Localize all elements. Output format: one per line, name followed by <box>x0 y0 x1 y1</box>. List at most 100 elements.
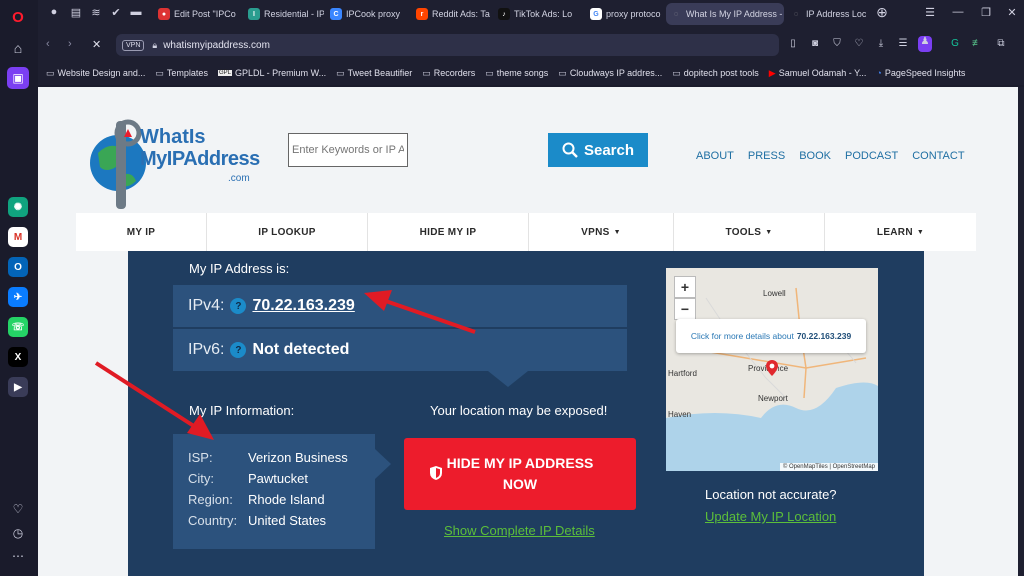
tab-icon-1[interactable]: ● <box>46 6 62 18</box>
tab-icon-5[interactable]: ▬ <box>128 6 144 18</box>
update-location-link[interactable]: Update My IP Location <box>705 509 836 524</box>
opera-logo-icon[interactable]: O <box>7 6 29 28</box>
nav-book[interactable]: BOOK <box>799 150 831 162</box>
shield-icon[interactable]: ⛉ <box>830 38 844 49</box>
tab-icon-3[interactable]: ≋ <box>88 6 104 19</box>
map-popup[interactable]: Click for more details about 70.22.163.23… <box>676 319 866 353</box>
heart-outline-icon[interactable]: ♡ <box>852 38 866 49</box>
ip-heading: My IP Address is: <box>189 261 290 276</box>
url-text[interactable]: whatismyipaddress.com <box>163 40 270 51</box>
city-label: Lowell <box>763 289 786 298</box>
bookmark-item[interactable]: ▭ Cloudways IP addres... <box>558 68 662 79</box>
home-icon[interactable]: ⌂ <box>7 37 29 59</box>
search-icon <box>562 142 578 158</box>
show-ip-details-link[interactable]: Show Complete IP Details <box>444 523 595 538</box>
bookmark-item[interactable]: ▭ theme songs <box>485 68 548 79</box>
site-logo[interactable]: WhatIs MyIPAddress .com <box>88 101 260 211</box>
bookmark-item[interactable]: ▭ Tweet Beautifier <box>336 68 412 79</box>
nav-about[interactable]: ABOUT <box>696 150 734 162</box>
bookmark-item[interactable]: ▶ Samuel Odamah - Y... <box>769 68 867 79</box>
messenger-icon[interactable]: ✈ <box>8 287 28 307</box>
bookmark-item[interactable]: ▭ dopitech post tools <box>672 68 759 79</box>
tab-edit-post[interactable]: ● Edit Post "IPCo <box>154 3 242 25</box>
search-button[interactable]: Search <box>548 133 648 167</box>
heart-icon[interactable]: ♡ <box>7 498 29 520</box>
tab-ip-address-location[interactable]: ◌ IP Address Loc <box>786 3 868 25</box>
tab-proxy-protocol[interactable]: Gproxy protoco <box>586 3 666 25</box>
search-input[interactable] <box>288 133 408 167</box>
vpn-badge[interactable]: VPN <box>122 39 145 51</box>
tab-search-icon[interactable]: ☰ <box>922 6 938 19</box>
close-icon[interactable]: ✕ <box>1004 6 1020 19</box>
tab-ipcook[interactable]: C IPCook proxy <box>326 3 404 25</box>
forward-icon[interactable]: › <box>68 38 72 50</box>
camera-icon[interactable]: ◙ <box>808 38 822 49</box>
stop-loading-icon[interactable]: ✕ <box>92 38 101 51</box>
favicon-icon: ● <box>158 8 170 20</box>
workspace-icon[interactable]: ▣ <box>7 67 29 89</box>
city-label: Haven <box>668 410 692 419</box>
hide-my-ip-button[interactable]: HIDE MY IP ADDRESS NOW <box>404 438 636 510</box>
back-icon[interactable]: ‹ <box>46 38 50 50</box>
location-pin-icon[interactable] <box>766 360 778 376</box>
location-map[interactable]: + − Lowell Hartford Providence Newport H… <box>666 268 878 471</box>
bookmark-item[interactable]: ▭ Website Design and... <box>46 68 145 79</box>
zoom-in-button[interactable]: + <box>674 276 696 298</box>
nav-press[interactable]: PRESS <box>748 150 785 162</box>
mainnav-ip-lookup[interactable]: IP LOOKUP <box>207 213 368 251</box>
info-row-region: Region: Rhode Island <box>188 492 325 507</box>
ipv4-value[interactable]: 70.22.163.239 <box>252 297 354 315</box>
bookmark-item[interactable]: ▭ Templates <box>155 68 208 79</box>
tab-reddit-ads[interactable]: r Reddit Ads: Ta <box>412 3 492 25</box>
player-icon[interactable]: ▶ <box>8 377 28 397</box>
minimize-icon[interactable]: — <box>950 6 966 18</box>
history-clock-icon[interactable]: ◷ <box>7 522 29 544</box>
profile-icon[interactable]: ♟ <box>918 36 932 52</box>
mainnav-vpns[interactable]: VPNS ▼ <box>529 213 674 251</box>
gmail-icon[interactable]: M <box>8 227 28 247</box>
loading-spinner-icon: ◌ <box>793 10 799 18</box>
folder-icon: ▭ <box>558 67 567 78</box>
bookmark-item[interactable]: ▭ Recorders <box>422 68 475 79</box>
tab-residential[interactable]: I Residential - IP <box>244 3 324 25</box>
x-twitter-icon[interactable]: X <box>8 347 28 367</box>
mainnav-learn[interactable]: LEARN ▼ <box>825 213 976 251</box>
favicon-icon: G <box>590 8 602 20</box>
bookmark-item[interactable]: ◔ PageSpeed Insights <box>876 68 965 78</box>
main-nav: MY IP IP LOOKUP HIDE MY IP VPNS ▼ TOOLS ▼ … <box>76 213 976 251</box>
reader-icon[interactable]: ▯ <box>786 38 800 49</box>
favicon-icon: C <box>330 8 342 20</box>
map-attribution[interactable]: © OpenMapTiles | OpenStreetMap <box>779 463 878 471</box>
new-tab-plus-icon[interactable]: ⊕ <box>874 4 890 21</box>
easy-setup-icon[interactable]: ☰ <box>896 38 910 49</box>
bubble-tail-icon <box>488 371 528 387</box>
page-scrollbar[interactable] <box>1018 87 1024 576</box>
nav-contact[interactable]: CONTACT <box>912 150 964 162</box>
restore-icon[interactable]: ❐ <box>978 6 994 19</box>
address-bar[interactable]: VPN 🔒︎ whatismyipaddress.com <box>116 34 779 56</box>
tab-icon-2[interactable]: ▤ <box>68 6 84 19</box>
tab-what-is-my-ip[interactable]: ◌ What Is My IP Address - <box>666 3 784 25</box>
bookmark-item[interactable]: GPL GPLDL - Premium W... <box>217 68 326 78</box>
extension-icon[interactable]: ≢ <box>970 38 984 49</box>
mainnav-hide-my-ip[interactable]: HIDE MY IP <box>368 213 529 251</box>
zoom-out-button[interactable]: − <box>674 298 696 320</box>
top-nav: ABOUT PRESS BOOK PODCAST CONTACT <box>696 150 965 162</box>
lock-icon[interactable]: 🔒︎ <box>152 40 157 51</box>
info-row-isp: ISP: Verizon Business <box>188 450 348 465</box>
help-icon[interactable]: ? <box>230 298 247 314</box>
tab-tiktok-ads[interactable]: ♪ TikTok Ads: Lo <box>494 3 576 25</box>
download-icon[interactable]: ⤓ <box>874 38 888 49</box>
grammarly-icon[interactable]: G <box>948 38 962 49</box>
puzzle-icon[interactable]: ⧉ <box>994 38 1008 49</box>
city-label: Newport <box>758 394 788 403</box>
more-icon[interactable]: ⋯ <box>7 545 29 567</box>
nav-podcast[interactable]: PODCAST <box>845 150 898 162</box>
whatsapp-icon[interactable]: ☏ <box>8 317 28 337</box>
mainnav-tools[interactable]: TOOLS ▼ <box>674 213 825 251</box>
tab-icon-4[interactable]: ✔ <box>108 6 124 19</box>
mainnav-my-ip[interactable]: MY IP <box>76 213 207 251</box>
help-icon[interactable]: ? <box>230 342 247 358</box>
chatgpt-icon[interactable]: ✺ <box>8 197 28 217</box>
outlook-icon[interactable]: O <box>8 257 28 277</box>
